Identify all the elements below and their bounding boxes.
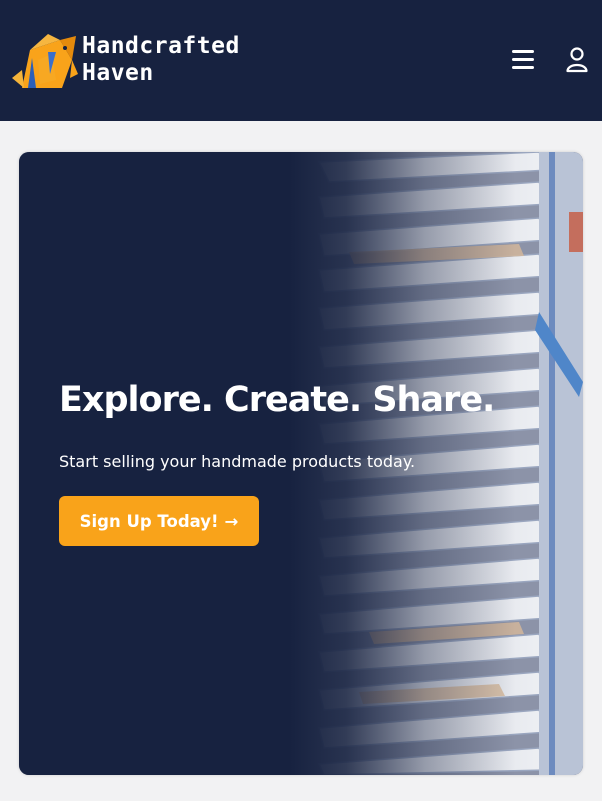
sign-up-button-label: Sign Up Today! (79, 511, 219, 531)
brand-name-line1: Handcrafted (82, 33, 240, 59)
hero-banner: Explore. Create. Share. Start selling yo… (19, 152, 583, 775)
hero-title: Explore. Create. Share. (59, 380, 495, 420)
sign-up-button[interactable]: Sign Up Today! → (59, 496, 259, 546)
arrow-right-icon: → (224, 511, 239, 531)
brand-name[interactable]: Handcrafted Haven (82, 33, 240, 87)
hero-subtitle: Start selling your handmade products tod… (59, 452, 416, 471)
user-account-icon[interactable] (563, 45, 591, 75)
site-header: Handcrafted Haven (0, 0, 602, 121)
elephant-logo-icon[interactable] (10, 30, 80, 90)
hamburger-menu-icon[interactable] (510, 46, 538, 72)
brand-name-line2: Haven (82, 60, 154, 86)
